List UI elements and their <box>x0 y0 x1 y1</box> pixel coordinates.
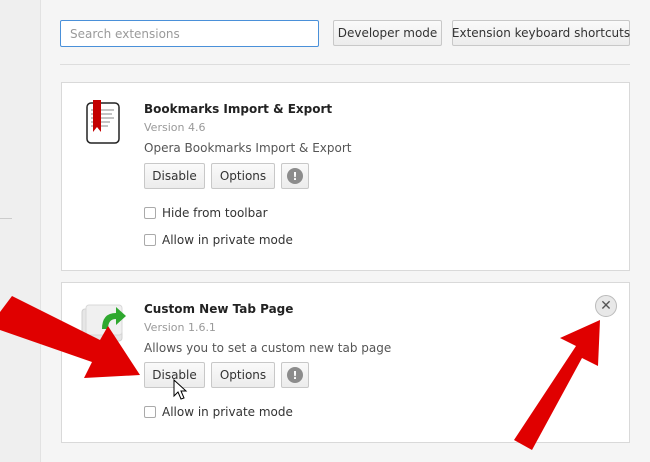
remove-extension-button[interactable]: ✕ <box>595 295 617 317</box>
warning-icon: ! <box>287 168 303 184</box>
bookmarks-extension-icon <box>86 100 120 144</box>
checkbox-box[interactable] <box>144 406 156 418</box>
extension-card-custom-new-tab: Custom New Tab Page Version 1.6.1 Allows… <box>61 282 630 443</box>
divider <box>60 64 630 65</box>
extension-version: Version 1.6.1 <box>144 321 216 334</box>
extension-keyboard-shortcuts-button[interactable]: Extension keyboard shortcuts <box>452 20 630 46</box>
extension-description: Opera Bookmarks Import & Export <box>144 141 352 155</box>
hide-from-toolbar-checkbox[interactable]: Hide from toolbar <box>144 206 268 220</box>
extension-description: Allows you to set a custom new tab page <box>144 341 392 355</box>
search-input[interactable] <box>60 20 319 47</box>
info-button[interactable]: ! <box>281 163 309 189</box>
extension-name: Custom New Tab Page <box>144 302 294 316</box>
options-button[interactable]: Options <box>211 362 275 388</box>
options-button[interactable]: Options <box>211 163 275 189</box>
warning-icon: ! <box>287 367 303 383</box>
extension-card-bookmarks: Bookmarks Import & Export Version 4.6 Op… <box>61 82 630 271</box>
disable-button[interactable]: Disable <box>144 163 205 189</box>
allow-private-mode-checkbox[interactable]: Allow in private mode <box>144 233 293 247</box>
custom-new-tab-extension-icon <box>81 304 126 342</box>
checkbox-box[interactable] <box>144 234 156 246</box>
checkbox-box[interactable] <box>144 207 156 219</box>
checkbox-label: Allow in private mode <box>162 405 293 419</box>
disable-button[interactable]: Disable <box>144 362 205 388</box>
checkbox-label: Hide from toolbar <box>162 206 268 220</box>
allow-private-mode-checkbox[interactable]: Allow in private mode <box>144 405 293 419</box>
sidebar <box>0 0 41 462</box>
extension-name: Bookmarks Import & Export <box>144 102 333 116</box>
checkbox-label: Allow in private mode <box>162 233 293 247</box>
extension-version: Version 4.6 <box>144 121 206 134</box>
developer-mode-button[interactable]: Developer mode <box>333 20 442 46</box>
divider <box>0 218 12 219</box>
info-button[interactable]: ! <box>281 362 309 388</box>
